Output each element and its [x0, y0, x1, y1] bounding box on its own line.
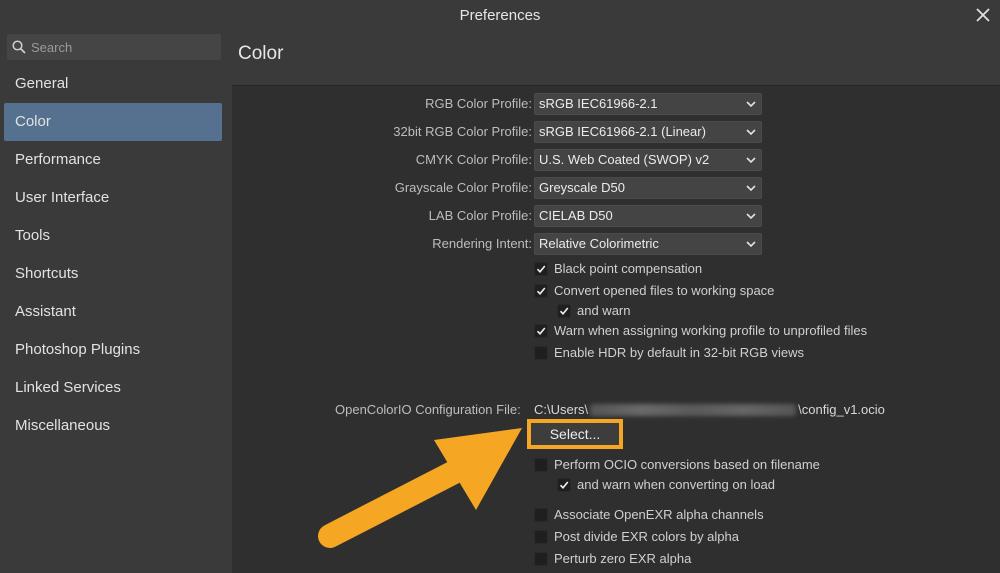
post-divide-exr-checkbox[interactable]: Post divide EXR colors by alpha [534, 529, 739, 544]
window-title: Preferences [459, 7, 541, 24]
checkmark-icon [559, 480, 569, 489]
rgb32-profile-label: 32bit RGB Color Profile: [393, 124, 532, 139]
chevron-down-icon [746, 129, 756, 136]
chevron-down-icon [746, 241, 756, 248]
convert-and-warn-checkbox[interactable]: and warn [557, 303, 630, 318]
redacted-path-segment [590, 403, 797, 416]
chevron-down-icon [746, 185, 756, 192]
checkbox-box[interactable] [557, 477, 571, 492]
lab-profile-label: LAB Color Profile: [428, 208, 532, 223]
checkbox-label: Enable HDR by default in 32-bit RGB view… [554, 345, 805, 360]
cmyk-profile-label: CMYK Color Profile: [415, 152, 532, 167]
cmyk-profile-select[interactable]: U.S. Web Coated (SWOP) v2 [534, 149, 762, 171]
convert-working-space-checkbox[interactable]: Convert opened files to working space [534, 283, 774, 298]
grayscale-profile-value: Greyscale D50 [539, 180, 625, 195]
checkbox-label: Warn when assigning working profile to u… [554, 323, 868, 338]
checkbox-box[interactable] [557, 303, 571, 318]
checkmark-icon [559, 306, 569, 315]
associate-exr-alpha-checkbox[interactable]: Associate OpenEXR alpha channels [534, 507, 764, 522]
sidebar-item-general[interactable]: General [4, 65, 222, 103]
ocio-config-label: OpenColorIO Configuration File: [335, 402, 521, 417]
checkbox-box[interactable] [534, 345, 548, 360]
checkbox-box[interactable] [534, 457, 548, 472]
title-bar: Preferences [0, 0, 1000, 31]
checkbox-box[interactable] [534, 529, 548, 544]
ocio-filename-checkbox[interactable]: Perform OCIO conversions based on filena… [534, 457, 820, 472]
sidebar-nav: General Color Performance User Interface… [0, 65, 226, 445]
checkbox-box[interactable] [534, 261, 548, 276]
cmyk-profile-value: U.S. Web Coated (SWOP) v2 [539, 152, 710, 167]
search-box[interactable] [7, 34, 221, 60]
checkbox-label: and warn [577, 303, 631, 318]
checkbox-label: and warn when converting on load [577, 477, 776, 492]
lab-profile-select[interactable]: CIELAB D50 [534, 205, 762, 227]
search-input[interactable] [31, 39, 211, 55]
rendering-intent-value: Relative Colorimetric [539, 236, 659, 251]
ocio-path-suffix: \config_v1.ocio [798, 402, 885, 417]
chevron-down-icon [746, 157, 756, 164]
rgb32-profile-select[interactable]: sRGB IEC61966-2.1 (Linear) [534, 121, 762, 143]
sidebar-item-assistant[interactable]: Assistant [4, 293, 222, 331]
sidebar-item-photoshop-plugins[interactable]: Photoshop Plugins [4, 331, 222, 369]
select-ocio-button[interactable]: Select... [527, 419, 623, 449]
rgb-profile-label: RGB Color Profile: [425, 96, 532, 111]
checkmark-icon [536, 286, 546, 295]
checkbox-label: Associate OpenEXR alpha channels [554, 507, 764, 522]
grayscale-profile-label: Grayscale Color Profile: [394, 180, 532, 195]
annotation-arrow-icon [318, 428, 522, 548]
black-point-checkbox[interactable]: Black point compensation [534, 261, 702, 276]
rgb-profile-select[interactable]: sRGB IEC61966-2.1 [534, 93, 762, 115]
select-button-label: Select... [549, 426, 601, 442]
sidebar-item-miscellaneous[interactable]: Miscellaneous [4, 407, 222, 445]
sidebar: General Color Performance User Interface… [0, 31, 226, 573]
checkbox-label: Perturb zero EXR alpha [554, 551, 692, 566]
checkbox-box[interactable] [534, 323, 548, 338]
checkbox-box[interactable] [534, 283, 548, 298]
checkbox-label: Convert opened files to working space [554, 283, 775, 298]
sidebar-item-shortcuts[interactable]: Shortcuts [4, 255, 222, 293]
rendering-intent-select[interactable]: Relative Colorimetric [534, 233, 762, 255]
close-icon[interactable] [974, 5, 992, 25]
perturb-zero-exr-checkbox[interactable]: Perturb zero EXR alpha [534, 551, 691, 566]
sidebar-item-linked-services[interactable]: Linked Services [4, 369, 222, 407]
page-title: Color [238, 43, 284, 64]
rgb-profile-value: sRGB IEC61966-2.1 [539, 96, 658, 111]
sidebar-item-tools[interactable]: Tools [4, 217, 222, 255]
lab-profile-value: CIELAB D50 [539, 208, 613, 223]
ocio-path-prefix: C:\Users\ [534, 402, 589, 417]
checkbox-box[interactable] [534, 551, 548, 566]
checkmark-icon [536, 326, 546, 335]
chevron-down-icon [746, 213, 756, 220]
enable-hdr-checkbox[interactable]: Enable HDR by default in 32-bit RGB view… [534, 345, 804, 360]
sidebar-item-user-interface[interactable]: User Interface [4, 179, 222, 217]
warn-unprofiled-checkbox[interactable]: Warn when assigning working profile to u… [534, 323, 867, 338]
grayscale-profile-select[interactable]: Greyscale D50 [534, 177, 762, 199]
chevron-down-icon [746, 101, 756, 108]
search-icon [12, 40, 26, 54]
ocio-config-path: C:\Users\ \config_v1.ocio [534, 402, 885, 417]
checkbox-box[interactable] [534, 507, 548, 522]
checkbox-label: Perform OCIO conversions based on filena… [554, 457, 820, 472]
rgb32-profile-value: sRGB IEC61966-2.1 (Linear) [539, 124, 706, 139]
checkmark-icon [536, 264, 546, 273]
checkbox-label: Post divide EXR colors by alpha [554, 529, 739, 544]
ocio-warn-load-checkbox[interactable]: and warn when converting on load [557, 477, 775, 492]
sidebar-item-color[interactable]: Color [4, 103, 222, 141]
rendering-intent-label: Rendering Intent: [432, 236, 532, 251]
sidebar-item-performance[interactable]: Performance [4, 141, 222, 179]
checkbox-label: Black point compensation [554, 261, 703, 276]
